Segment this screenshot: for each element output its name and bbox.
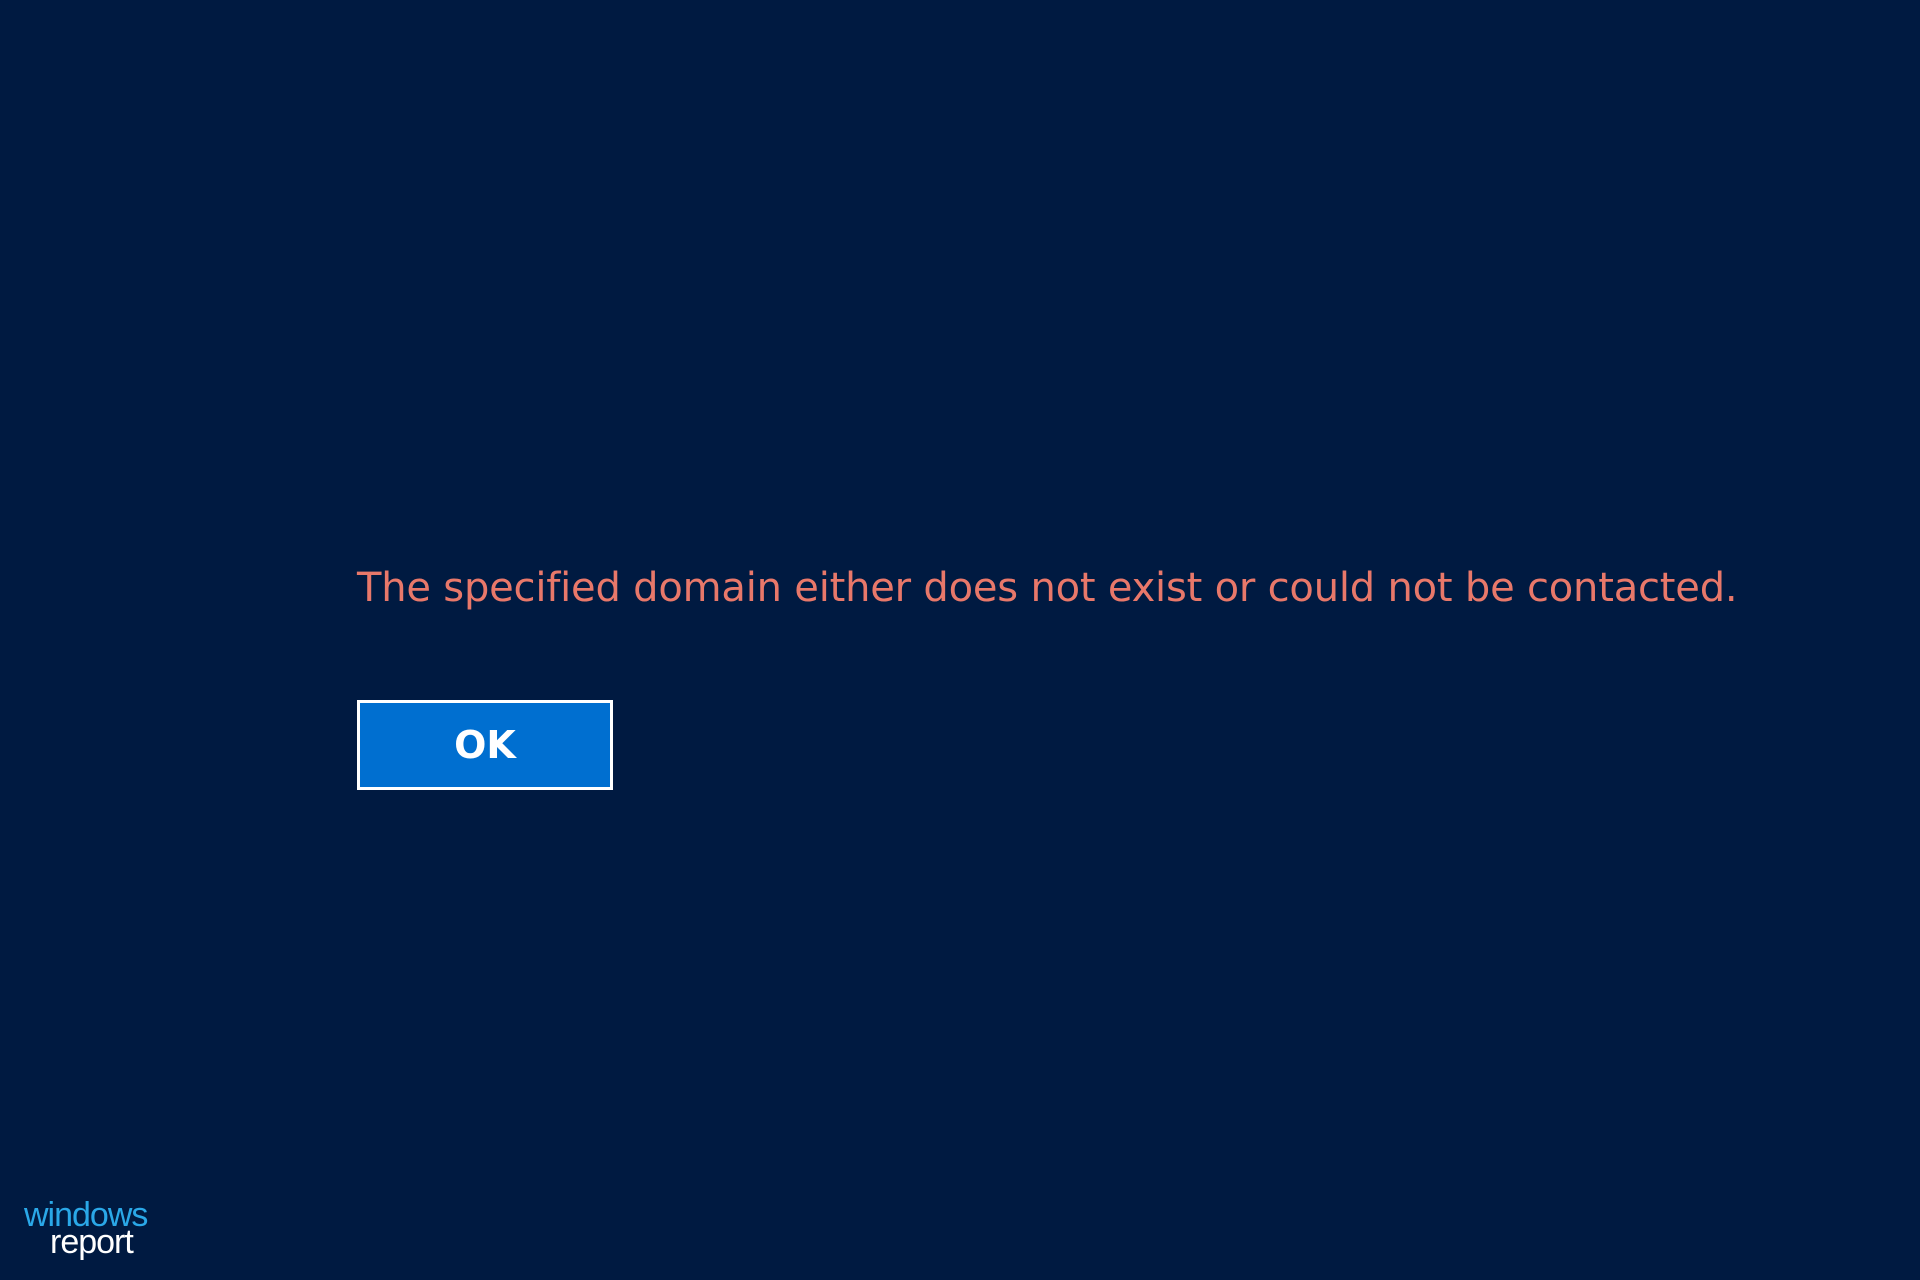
- lock-screen-background: The specified domain either does not exi…: [0, 0, 1920, 1280]
- windows-report-logo: windows report: [24, 1198, 174, 1262]
- logo-report-text: report: [50, 1223, 134, 1261]
- ok-button[interactable]: OK: [357, 700, 613, 790]
- error-message: The specified domain either does not exi…: [357, 565, 1738, 611]
